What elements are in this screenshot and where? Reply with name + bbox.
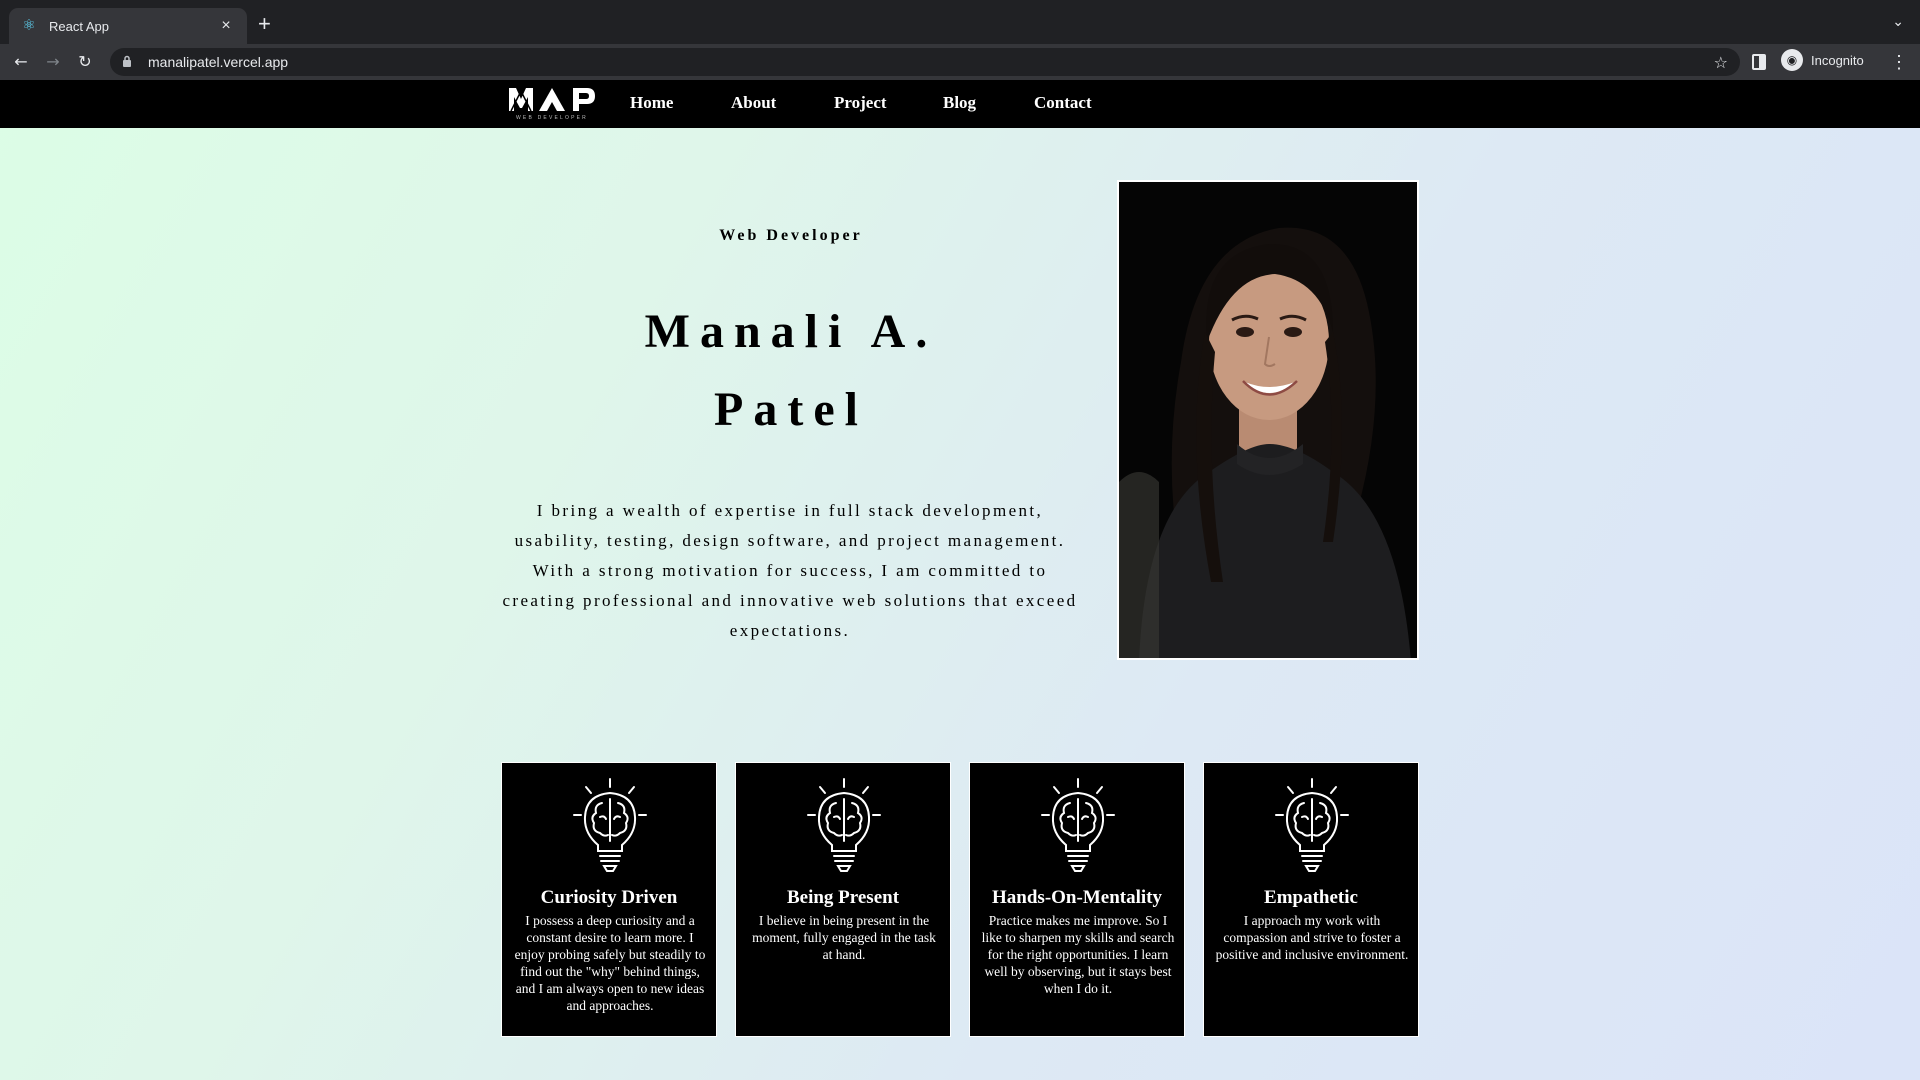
side-panel-icon[interactable] <box>1752 54 1766 70</box>
tab-close-icon[interactable]: × <box>217 17 235 35</box>
card-text: I believe in being present in the moment… <box>752 913 936 962</box>
trait-card-hands-on: Hands-On-Mentality Practice makes me imp… <box>969 762 1185 1037</box>
card-title: Curiosity Driven <box>540 887 678 908</box>
logo-subtext: WEB DEVELOPER <box>516 115 588 121</box>
react-favicon-icon: ⚛ <box>22 18 36 34</box>
hero-name: Manali A. Patel <box>541 293 1041 449</box>
address-bar[interactable]: manalipatel.vercel.app ☆ <box>110 48 1740 76</box>
nav-link-project[interactable]: Project <box>834 93 887 113</box>
browser-tab[interactable]: ⚛ React App × <box>9 8 247 44</box>
logo-mark-icon <box>509 88 595 112</box>
card-text: I possess a deep curiosity and a constan… <box>514 913 706 1013</box>
back-arrow-icon[interactable]: ← <box>9 50 33 74</box>
hero-bio: I bring a wealth of expertise in full st… <box>502 501 1078 640</box>
card-text: I approach my work with compassion and s… <box>1215 913 1409 962</box>
card-title: Being Present <box>786 887 900 908</box>
new-tab-button[interactable]: + <box>258 12 271 36</box>
nav-link-about[interactable]: About <box>731 93 776 113</box>
brain-lightbulb-icon <box>807 778 881 872</box>
browser-toolbar: ← → ↻ manalipatel.vercel.app ☆ ◉ Incogni… <box>0 44 1920 80</box>
tab-title: React App <box>49 18 109 34</box>
trait-card-being-present: Being Present I believe in being present… <box>735 762 951 1037</box>
profile-photo <box>1117 180 1419 660</box>
hero-subtitle: Web Developer <box>719 227 863 244</box>
url-text: manalipatel.vercel.app <box>148 54 289 70</box>
nav-link-home[interactable]: Home <box>630 93 673 113</box>
site-navbar: WEB DEVELOPER Home About Project Blog Co… <box>0 80 1920 128</box>
brain-lightbulb-icon <box>1275 778 1349 872</box>
chevron-down-icon[interactable]: ⌄ <box>1892 14 1904 31</box>
nav-link-contact[interactable]: Contact <box>1034 93 1092 113</box>
incognito-icon: ◉ <box>1781 49 1803 71</box>
card-text: Practice makes me improve. So I like to … <box>981 913 1175 996</box>
hero-name-line2: Patel <box>714 383 868 436</box>
card-title: Empathetic <box>1264 887 1358 908</box>
trait-card-curiosity: Curiosity Driven I possess a deep curios… <box>501 762 717 1037</box>
trait-card-empathetic: Empathetic I approach my work with compa… <box>1203 762 1419 1037</box>
card-title: Hands-On-Mentality <box>992 887 1162 908</box>
bookmark-star-icon[interactable]: ☆ <box>1714 53 1728 72</box>
person-photo-icon <box>1119 182 1417 658</box>
brain-lightbulb-icon <box>573 778 647 872</box>
reload-icon[interactable]: ↻ <box>73 50 97 74</box>
browser-tab-strip: ⚛ React App × + ⌄ <box>0 0 1920 44</box>
nav-link-blog[interactable]: Blog <box>943 93 976 113</box>
incognito-profile[interactable]: ◉ Incognito <box>1781 49 1864 71</box>
more-menu-icon[interactable]: ⋮ <box>1890 50 1908 74</box>
hero-name-line1: Manali A. <box>644 305 938 358</box>
incognito-label: Incognito <box>1811 52 1864 68</box>
site-logo[interactable]: WEB DEVELOPER <box>507 85 597 123</box>
lock-icon <box>122 55 136 70</box>
page-viewport: WEB DEVELOPER Home About Project Blog Co… <box>0 80 1920 1080</box>
forward-arrow-icon[interactable]: → <box>41 50 65 74</box>
brain-lightbulb-icon <box>1041 778 1115 872</box>
